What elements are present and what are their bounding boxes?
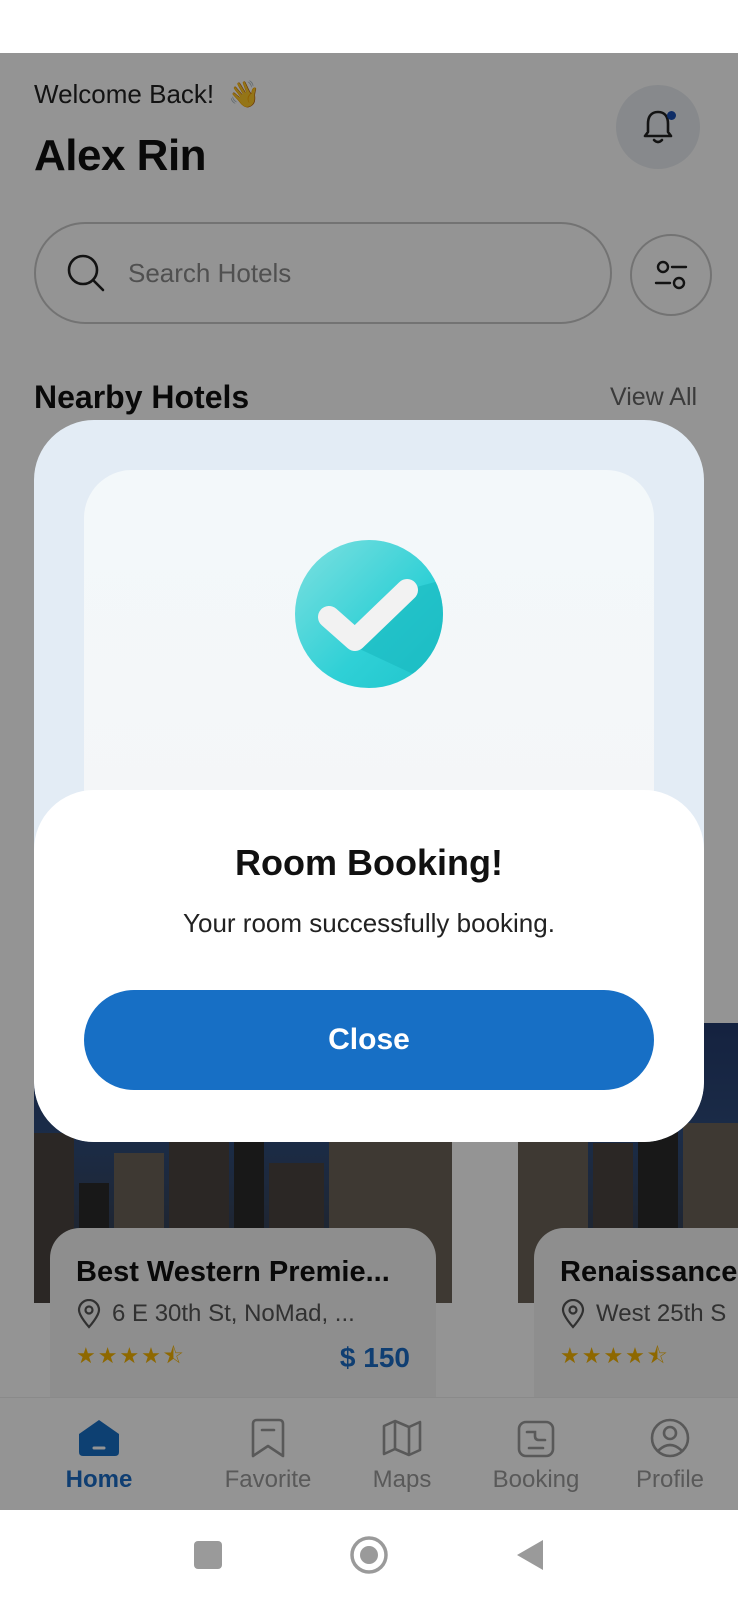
back-triangle-icon xyxy=(517,1539,543,1570)
recent-apps-button[interactable] xyxy=(186,1510,230,1599)
system-navigation-bar xyxy=(0,1510,738,1599)
screen: Welcome Back! 👋 Alex Rin Search Hotels N… xyxy=(0,0,738,1599)
dialog-title: Room Booking! xyxy=(235,842,503,883)
home-system-button[interactable] xyxy=(346,1510,392,1599)
circle-home-icon xyxy=(350,1535,388,1574)
square-icon xyxy=(194,1540,222,1569)
check-circle-icon xyxy=(295,540,443,688)
dialog-message: Your room successfully booking. xyxy=(183,908,555,938)
dialog-content: Room Booking! Your room successfully boo… xyxy=(34,790,704,1142)
status-bar xyxy=(0,0,738,53)
close-button[interactable]: Close xyxy=(84,990,654,1090)
back-system-button[interactable] xyxy=(508,1510,552,1599)
booking-success-dialog: Room Booking! Your room successfully boo… xyxy=(34,420,704,1142)
